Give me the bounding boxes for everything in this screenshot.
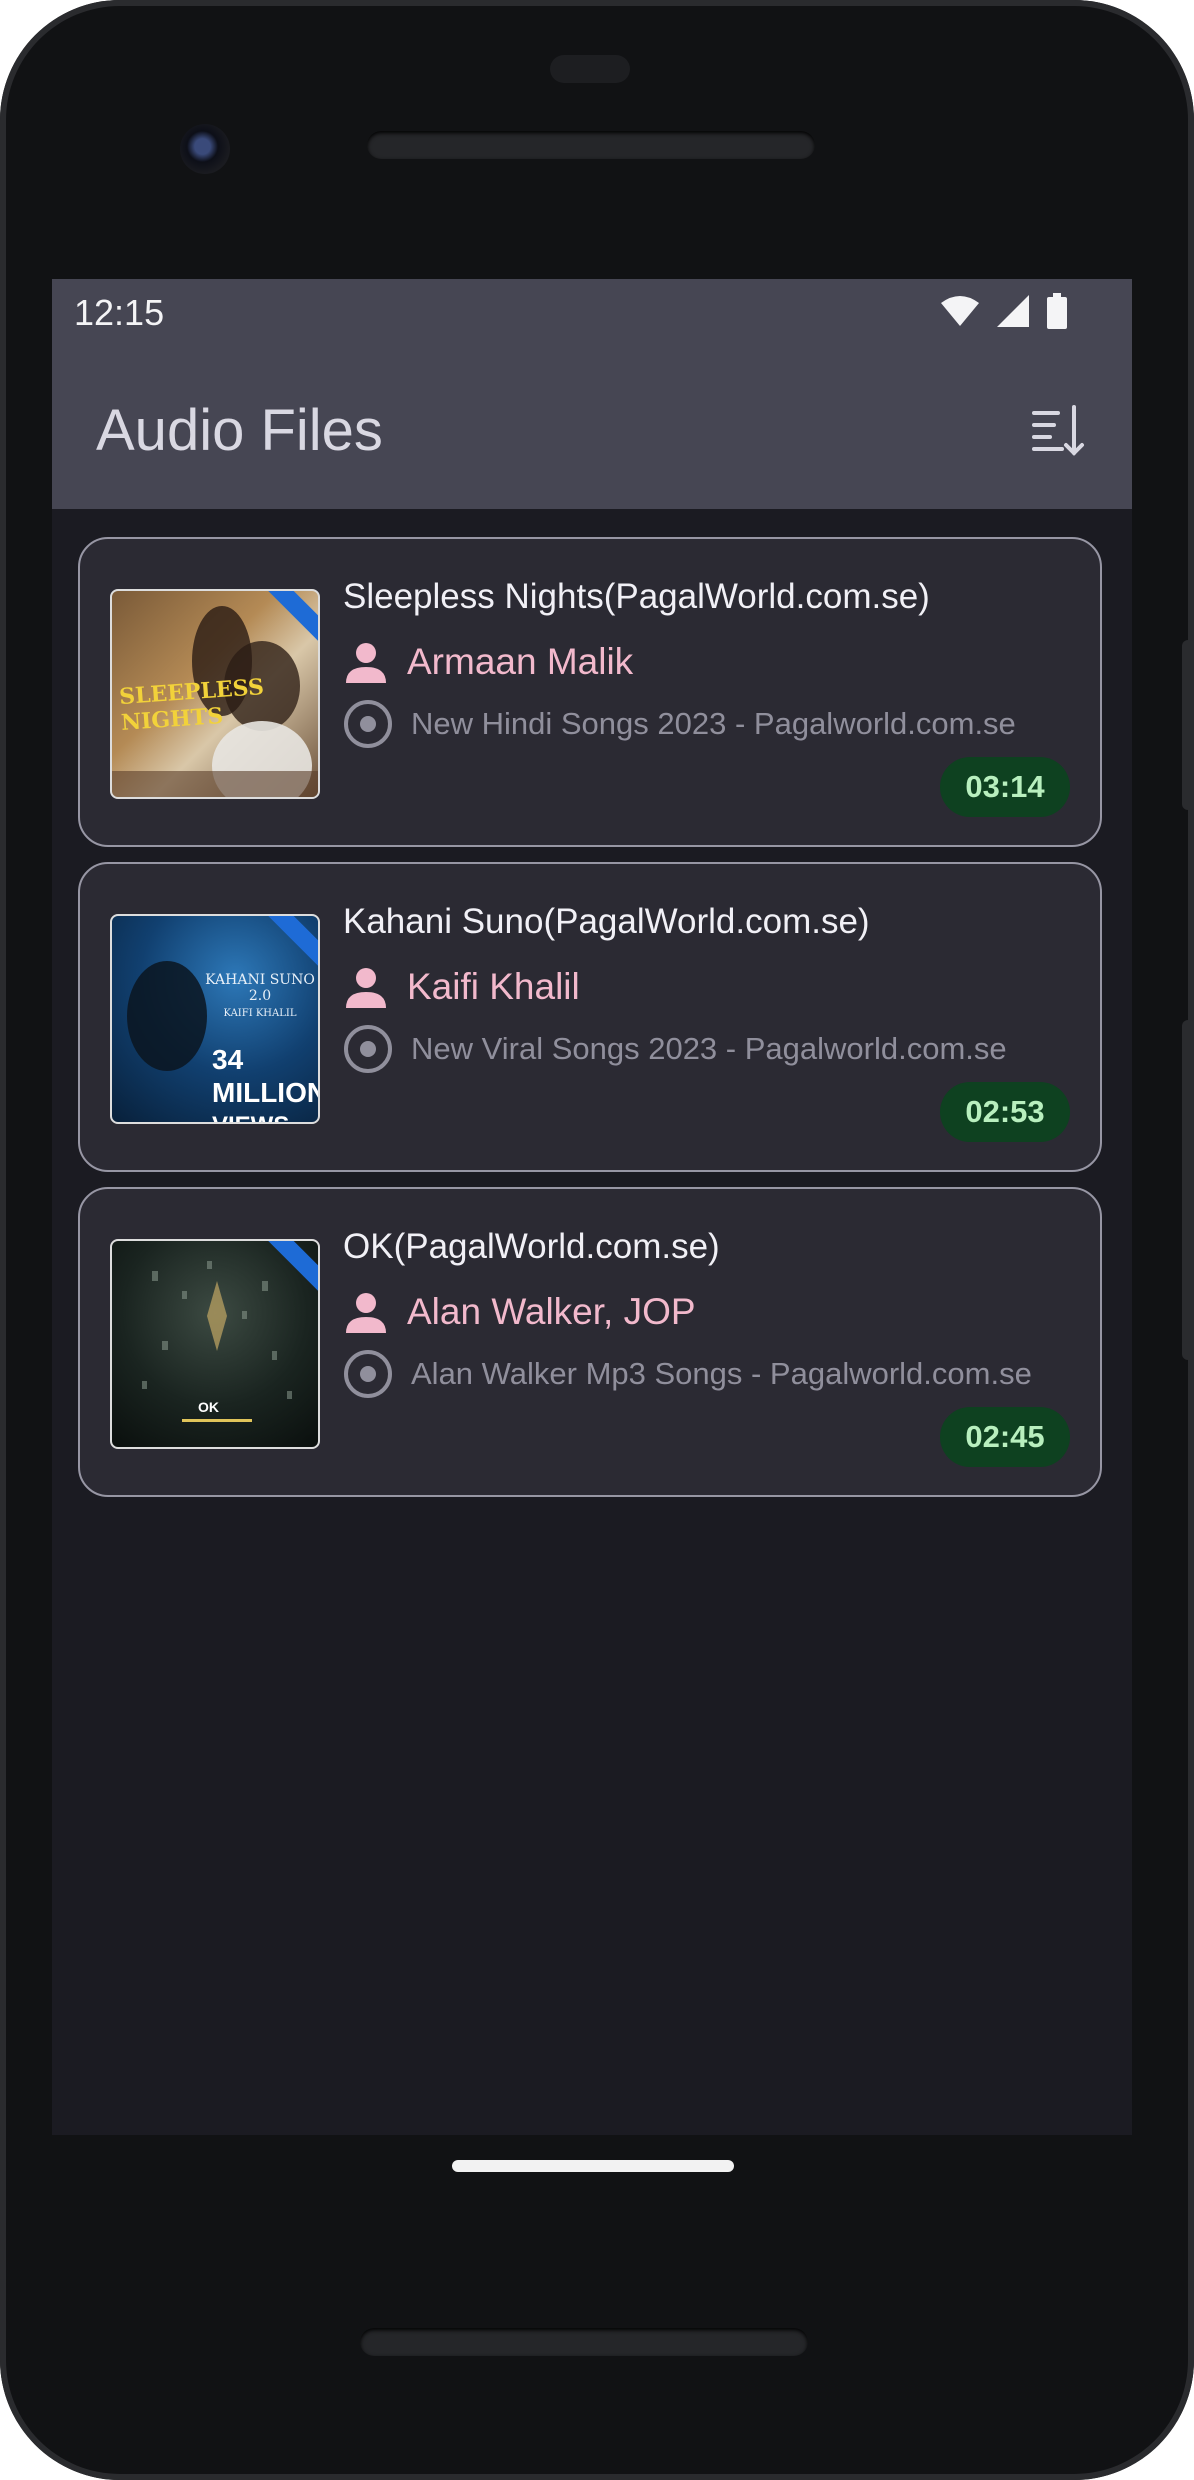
app-bar: Audio Files	[52, 341, 1132, 509]
album-disc-icon	[344, 1025, 392, 1073]
artist-name: Armaan Malik	[407, 641, 634, 682]
album-art-graphic	[142, 1261, 292, 1422]
song-card[interactable]: KAHANI SUNO 2.0 KAIFI KHALIL 34 MILLION+…	[78, 862, 1102, 1172]
artist-row: Alan Walker, JOP	[343, 1287, 696, 1337]
power-button	[1182, 640, 1194, 810]
duration-badge: 03:14	[940, 757, 1070, 817]
album-disc-icon	[344, 700, 392, 748]
volume-button	[1182, 1020, 1194, 1360]
song-title: Sleepless Nights(PagalWorld.com.se)	[343, 577, 930, 616]
album-row: Alan Walker Mp3 Songs - Pagalworld.com.s…	[343, 1349, 1073, 1399]
front-camera	[180, 124, 230, 174]
wifi-icon	[941, 296, 979, 326]
song-list: SLEEPLESS NIGHTS Sleepless Nights(PagalW…	[78, 537, 1106, 1512]
sort-icon[interactable]	[1028, 401, 1088, 461]
duration-badge: 02:45	[940, 1407, 1070, 1467]
album-art: OK	[110, 1239, 320, 1449]
artist-name: Kaifi Khalil	[407, 966, 580, 1007]
person-icon	[346, 1293, 386, 1333]
bottom-speaker	[360, 2328, 808, 2356]
album-art-text: OK	[198, 1399, 219, 1415]
album-name: Alan Walker Mp3 Songs - Pagalworld.com.s…	[411, 1356, 1032, 1391]
song-card[interactable]: OK OK(PagalWorld.com.se) Alan Walker, JO…	[78, 1187, 1102, 1497]
signal-icon	[997, 295, 1029, 327]
album-name: New Viral Songs 2023 - Pagalworld.com.se	[411, 1031, 1007, 1066]
album-row: New Hindi Songs 2023 - Pagalworld.com.se	[343, 699, 1073, 749]
album-art-views: 34 MILLION+ VIEWS	[212, 1044, 318, 1123]
battery-icon	[1047, 293, 1067, 329]
proximity-sensor	[550, 55, 630, 83]
phone-frame: 12:15 Audio Files SLEEPLESS NIGHTS Sleep…	[0, 0, 1194, 2480]
song-title: Kahani Suno(PagalWorld.com.se)	[343, 902, 870, 941]
album-name: New Hindi Songs 2023 - Pagalworld.com.se	[411, 706, 1016, 741]
duration-badge: 02:53	[940, 1082, 1070, 1142]
album-disc-icon	[344, 1350, 392, 1398]
artist-name: Alan Walker, JOP	[407, 1291, 696, 1332]
screen: 12:15 Audio Files SLEEPLESS NIGHTS Sleep…	[52, 279, 1132, 2135]
status-bar: 12:15	[52, 279, 1132, 341]
song-title: OK(PagalWorld.com.se)	[343, 1227, 720, 1266]
album-art: SLEEPLESS NIGHTS	[110, 589, 320, 799]
earpiece-speaker	[367, 131, 815, 159]
artist-row: Armaan Malik	[343, 637, 633, 687]
home-gesture-bar[interactable]	[452, 2160, 734, 2172]
album-art-text: SLEEPLESS NIGHTS	[118, 674, 265, 736]
artist-row: Kaifi Khalil	[343, 962, 580, 1012]
album-row: New Viral Songs 2023 - Pagalworld.com.se	[343, 1024, 1073, 1074]
page-title: Audio Files	[96, 398, 383, 463]
status-time: 12:15	[74, 292, 165, 333]
status-icons	[940, 291, 1068, 331]
album-art: KAHANI SUNO 2.0 KAIFI KHALIL 34 MILLION+…	[110, 914, 320, 1124]
person-icon	[346, 968, 386, 1008]
person-icon	[346, 643, 386, 683]
song-card[interactable]: SLEEPLESS NIGHTS Sleepless Nights(PagalW…	[78, 537, 1102, 847]
album-art-text: KAHANI SUNO 2.0 KAIFI KHALIL	[205, 972, 315, 1019]
